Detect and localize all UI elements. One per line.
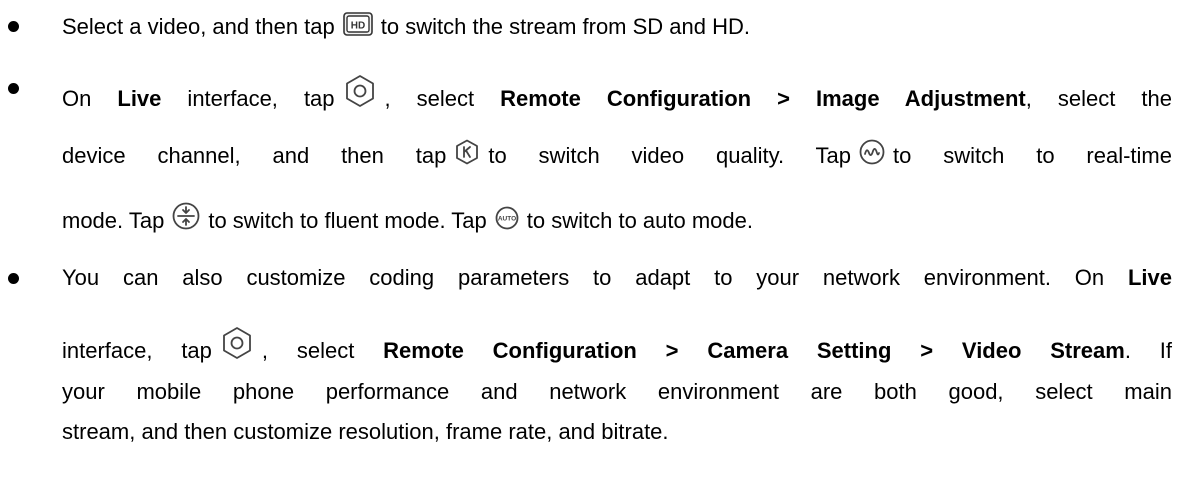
text-line: mode. Tap to switch to fluent mode. Tap …	[62, 202, 753, 235]
text-run: to switch video quality. Tap	[488, 143, 852, 168]
svg-text:HD: HD	[351, 21, 365, 32]
text-run: to switch to real-time	[893, 143, 1172, 168]
text-line: stream, and then customize resolution, f…	[62, 418, 669, 446]
text-run: stream, and then customize resolution, f…	[62, 419, 669, 444]
text-line: interface, tap , select Remote Configura…	[62, 326, 1172, 365]
bullet-dot	[8, 273, 19, 284]
hd-icon: HD	[342, 12, 373, 36]
bold-term: Remote Configuration > Camera Setting > …	[383, 338, 1125, 363]
text-line: You can also customize coding parameters…	[62, 264, 1172, 292]
bold-term: Live	[117, 86, 162, 111]
video-quality-icon	[454, 139, 480, 165]
settings-hexagon-icon	[343, 74, 377, 108]
fluent-mode-icon	[172, 202, 200, 230]
auto-mode-icon: AUTO	[495, 206, 519, 230]
text-run: You can also customize coding parameters…	[62, 265, 1128, 290]
settings-hexagon-icon	[220, 326, 254, 360]
text-run: to switch to fluent mode. Tap	[208, 208, 487, 233]
text-line: your mobile phone performance and networ…	[62, 378, 1172, 406]
bold-term: Remote Configuration > Image Adjustment	[500, 86, 1026, 111]
svg-text:AUTO: AUTO	[498, 216, 516, 223]
text-run: interface, tap	[62, 338, 212, 363]
text-line: On Live interface, tap , select Remote C…	[62, 74, 1172, 113]
text-line: Select a video, and then tap HD to switc…	[62, 12, 750, 41]
real-time-mode-icon	[859, 139, 885, 165]
text-run: your mobile phone performance and networ…	[62, 379, 1172, 404]
text-run: Select a video, and then tap	[62, 14, 335, 39]
text-run: . If	[1124, 338, 1173, 363]
text-run: , select	[384, 86, 501, 111]
text-run: On	[62, 86, 118, 111]
text-run: , select	[261, 338, 384, 363]
bullet-dot	[8, 83, 19, 94]
text-run: interface, tap	[161, 86, 335, 111]
bold-term: Live	[1127, 265, 1172, 290]
text-run: to switch to auto mode.	[526, 208, 753, 233]
text-run: to switch the stream from SD and HD.	[380, 14, 750, 39]
bullet-dot	[8, 21, 19, 32]
text-run: device channel, and then tap	[62, 143, 447, 168]
text-line: device channel, and then tap to switch v…	[62, 139, 1172, 170]
text-run: mode. Tap	[62, 208, 165, 233]
text-run: , select the	[1025, 86, 1172, 111]
